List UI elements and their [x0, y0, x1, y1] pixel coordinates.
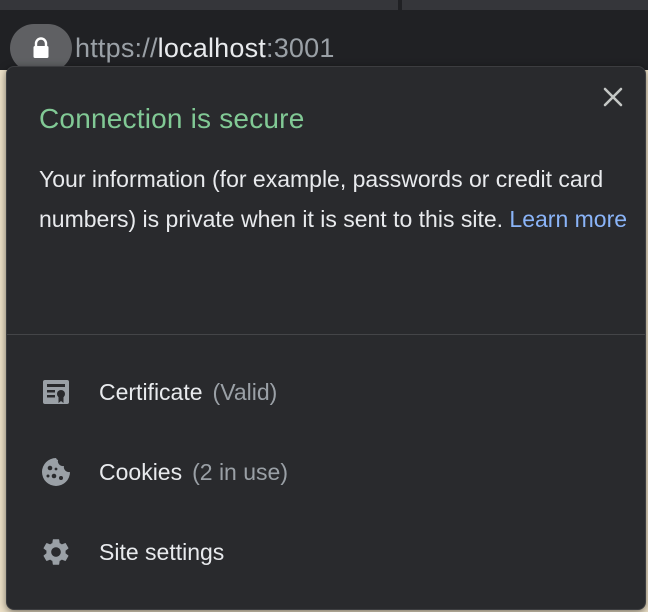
tab-strip	[0, 0, 648, 10]
url-host: localhost	[157, 33, 267, 63]
divider	[7, 334, 645, 335]
gear-icon	[39, 535, 73, 569]
tab-divider	[398, 0, 402, 10]
url-scheme: https://	[75, 33, 158, 63]
certificate-status: (Valid)	[212, 378, 278, 405]
site-settings-row[interactable]: Site settings	[7, 512, 645, 592]
lock-icon	[33, 37, 49, 58]
cookies-label: Cookies	[99, 458, 183, 485]
site-info-button[interactable]	[10, 24, 72, 72]
address-bar[interactable]: https://localhost:3001	[75, 30, 335, 66]
certificate-icon	[39, 375, 73, 409]
browser-toolbar: https://localhost:3001	[0, 10, 648, 72]
cookies-row[interactable]: Cookies (2 in use)	[7, 432, 645, 512]
learn-more-link[interactable]: Learn more	[509, 206, 627, 232]
connection-description: Your information (for example, passwords…	[39, 159, 629, 239]
close-button[interactable]	[599, 83, 627, 111]
cookie-icon	[39, 455, 73, 489]
close-icon	[603, 87, 623, 107]
site-settings-label: Site settings	[99, 538, 225, 565]
url-port: :3001	[266, 33, 335, 63]
cookies-count: (2 in use)	[192, 458, 288, 485]
connection-status-title: Connection is secure	[39, 103, 305, 134]
site-info-popup: Connection is secure Your information (f…	[6, 66, 646, 610]
certificate-label: Certificate	[99, 378, 203, 405]
certificate-row[interactable]: Certificate (Valid)	[7, 352, 645, 432]
